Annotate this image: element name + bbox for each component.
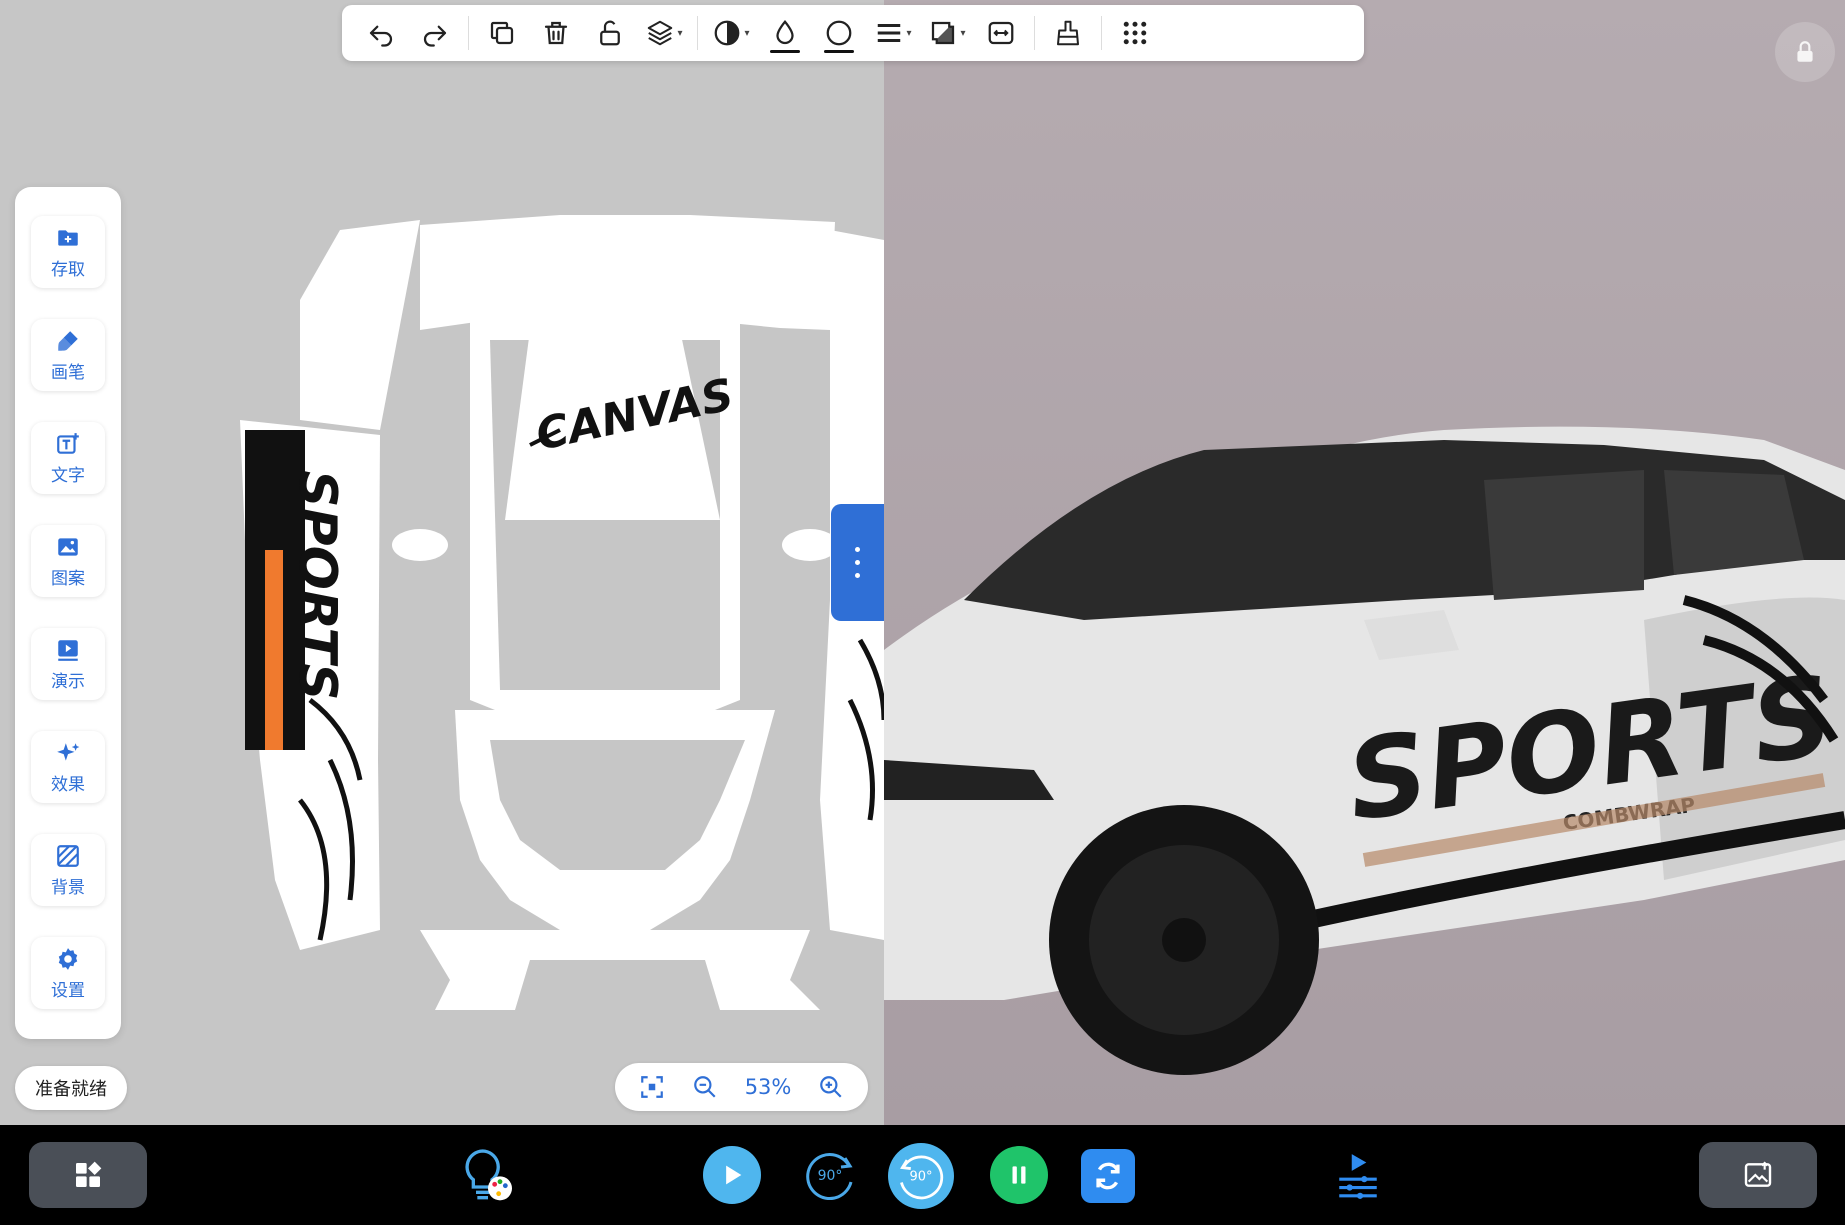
- sidebar-item-label: 存取: [51, 259, 85, 280]
- delete-icon: [544, 21, 568, 45]
- sidebar-item-label: 背景: [51, 877, 85, 898]
- sidebar-item-settings[interactable]: 设置: [31, 937, 105, 1009]
- background-icon: [57, 844, 79, 867]
- sidebar-item-text[interactable]: 文字: [31, 422, 105, 494]
- sidebar-item-label: 图案: [51, 568, 85, 589]
- wrap-template-shapes: SPORTS CANVAS: [240, 215, 884, 1010]
- line-weight-button[interactable]: ▾: [866, 9, 920, 57]
- car-3d-render: SPORTS COMBWRAP: [884, 426, 1845, 1075]
- zoom-out-icon[interactable]: [692, 1074, 718, 1100]
- rotate-right-icon: 90°: [900, 1155, 944, 1200]
- status-badge: 准备就绪: [15, 1066, 127, 1110]
- pause-icon: [1012, 1166, 1026, 1184]
- zoom-controls: 53%: [615, 1063, 868, 1111]
- layers-icon: [648, 20, 673, 46]
- contrast-icon: [715, 20, 740, 46]
- delete-button[interactable]: [529, 9, 583, 57]
- home-apps-button[interactable]: [29, 1142, 147, 1208]
- sidebar-item-label: 效果: [51, 774, 85, 795]
- chevron-down-icon: ▾: [906, 27, 912, 39]
- redo-button[interactable]: [408, 9, 462, 57]
- chevron-down-icon: ▾: [744, 27, 750, 39]
- pause-button[interactable]: [990, 1146, 1048, 1204]
- stroke-color-icon: [826, 20, 852, 46]
- refresh-button[interactable]: [1081, 1149, 1135, 1203]
- shadow-icon: [932, 21, 955, 45]
- lock-icon: [1797, 41, 1813, 62]
- fit-screen-icon[interactable]: [639, 1074, 665, 1100]
- zoom-in-icon[interactable]: [818, 1074, 844, 1100]
- stroke-color-swatch: [824, 50, 854, 53]
- rotate-left-label: 90°: [818, 1168, 843, 1184]
- stroke-color-button[interactable]: [812, 9, 866, 57]
- sidebar-item-label: 画笔: [51, 362, 85, 383]
- sidebar-item-background[interactable]: 背景: [31, 834, 105, 906]
- sidebar-item-label: 文字: [51, 465, 85, 486]
- sidebar-item-pattern[interactable]: 图案: [31, 525, 105, 597]
- rotate-left-button[interactable]: 90°: [801, 1146, 859, 1204]
- undo-icon: [369, 25, 393, 47]
- shadow-button[interactable]: ▾: [920, 9, 974, 57]
- sidebar-item-label: 设置: [51, 980, 85, 1001]
- rotate-right-button[interactable]: 90°: [888, 1143, 954, 1209]
- chevron-down-icon: ▾: [677, 27, 683, 39]
- layers-button[interactable]: ▾: [637, 9, 691, 57]
- lock-view-button[interactable]: [1775, 22, 1835, 82]
- fit-width-button[interactable]: [974, 9, 1028, 57]
- redo-icon: [423, 25, 447, 47]
- theme-idea-button[interactable]: [452, 1139, 524, 1211]
- widgets-icon: [76, 1161, 102, 1187]
- copy-icon: [490, 21, 514, 45]
- split-view-handle[interactable]: [831, 504, 884, 621]
- undo-button[interactable]: [354, 9, 408, 57]
- zoom-level: 53%: [744, 1075, 792, 1099]
- rotate-right-label: 90°: [909, 1170, 932, 1185]
- sidebar-item-demo[interactable]: 演示: [31, 628, 105, 700]
- play-button[interactable]: [703, 1146, 761, 1204]
- refresh-icon: [1096, 1162, 1120, 1190]
- line-weight-icon: [878, 24, 901, 42]
- brush-icon: [58, 330, 78, 351]
- export-image-button[interactable]: [1699, 1142, 1817, 1208]
- apps-grid-icon: [1123, 21, 1147, 45]
- sidebar-item-label: 演示: [51, 671, 85, 692]
- fill-color-swatch: [770, 50, 800, 53]
- animation-sliders-icon: [1339, 1154, 1377, 1199]
- contrast-button[interactable]: ▾: [704, 9, 758, 57]
- side-graffiti-text-left: SPORTS: [287, 470, 347, 700]
- sparkle-icon: [57, 742, 80, 761]
- unlock-button[interactable]: [583, 9, 637, 57]
- play-icon: [58, 639, 78, 661]
- gear-icon: [58, 947, 78, 970]
- fill-color-icon: [776, 20, 794, 45]
- eraser-button[interactable]: [1041, 9, 1095, 57]
- fill-color-button[interactable]: [758, 9, 812, 57]
- sidebar-item-storage[interactable]: 存取: [31, 216, 105, 288]
- text-add-icon: [57, 432, 79, 454]
- image-icon: [58, 537, 78, 556]
- lightbulb-palette-icon: [465, 1149, 512, 1201]
- folder-add-icon: [58, 229, 78, 246]
- apps-menu-button[interactable]: [1108, 9, 1162, 57]
- template-canvas[interactable]: SPORTS CANVAS: [0, 0, 884, 1125]
- unlock-icon: [600, 20, 620, 46]
- play-icon: [726, 1165, 742, 1185]
- 3d-preview[interactable]: SPORTS COMBWRAP: [884, 0, 1845, 1125]
- copy-button[interactable]: [475, 9, 529, 57]
- sidebar-item-brush[interactable]: 画笔: [31, 319, 105, 391]
- rotate-left-icon: 90°: [806, 1153, 853, 1200]
- bottom-bar: 90° 90°: [0, 1125, 1845, 1225]
- eraser-icon: [1057, 20, 1079, 46]
- top-toolbar: ▾ ▾ ▾ ▾: [342, 5, 1364, 61]
- sidebar-item-effects[interactable]: 效果: [31, 731, 105, 803]
- animation-settings-button[interactable]: [1330, 1147, 1386, 1203]
- fit-width-icon: [988, 21, 1014, 45]
- left-sidebar: 存取 画笔 文字 图案 演示 效果 背景 设置: [15, 187, 121, 1039]
- chevron-down-icon: ▾: [960, 27, 966, 39]
- image-export-icon: [1744, 1161, 1772, 1187]
